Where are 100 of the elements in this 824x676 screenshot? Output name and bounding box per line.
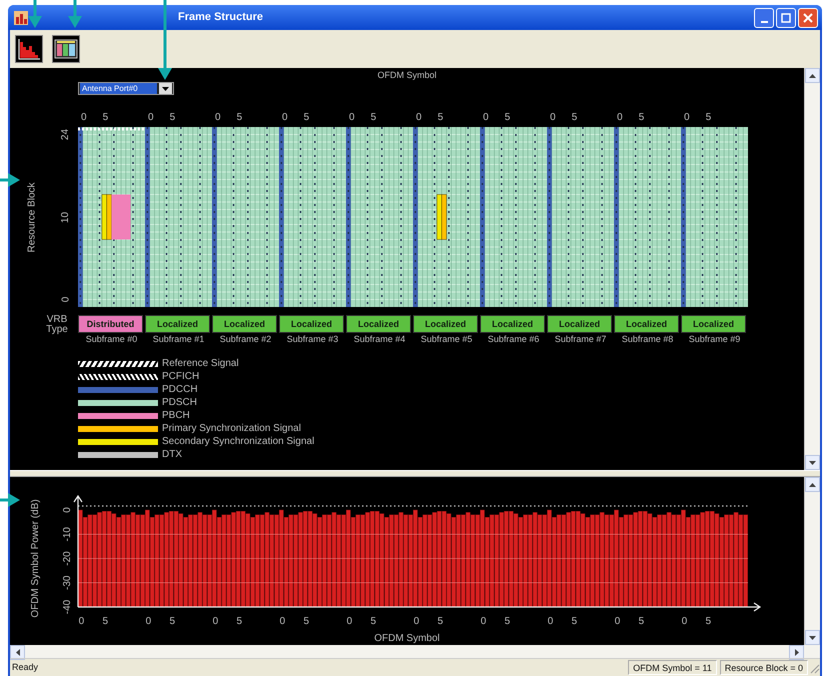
legend-label: Reference Signal — [162, 358, 239, 370]
right-arrow-icon — [794, 649, 798, 656]
close-button[interactable] — [798, 8, 818, 28]
subframe-label: Subframe #3 — [286, 333, 340, 345]
axis-tick-label: 0 — [346, 616, 352, 627]
legend-label: PDSCH — [162, 396, 198, 408]
subframe-label: Subframe #0 — [84, 333, 138, 345]
axis-tick-label: 5 — [638, 616, 644, 627]
subframe-label: Subframe #5 — [420, 333, 474, 345]
vrb-type-label: Localized — [346, 315, 411, 333]
axis-tick-label: 5 — [370, 616, 376, 627]
window-title: Frame Structure — [178, 10, 263, 26]
axis-tick-label: 0 — [146, 616, 152, 627]
app-icon — [14, 10, 28, 24]
maximize-icon — [781, 12, 791, 22]
axis-tick-label: 0 — [81, 111, 87, 122]
vrb-type-label: Localized — [614, 315, 679, 333]
callout-arrow — [68, 0, 82, 28]
axis-tick-label: 24 — [60, 128, 72, 140]
scroll-right-button[interactable] — [789, 645, 804, 660]
down-arrow-icon — [809, 636, 816, 640]
axis-tick-label: 0 — [480, 616, 486, 627]
axis-tick-label: 5 — [438, 111, 444, 122]
minimize-icon — [760, 20, 768, 22]
axis-tick-label: 0 — [349, 111, 355, 122]
axis-title: OFDM Symbol — [374, 633, 440, 644]
axis-tick-label: 5 — [236, 616, 242, 627]
axis-tick-label: 5 — [572, 616, 578, 627]
subframe-label: Subframe #7 — [554, 333, 608, 345]
axis-tick-label: 5 — [304, 616, 310, 627]
axis-tick-label: 0 — [78, 616, 84, 627]
axis-tick-label: -40 — [62, 600, 73, 614]
axis-tick-label: 5 — [504, 111, 510, 122]
bar-chart-icon — [17, 38, 41, 60]
minimize-button[interactable] — [754, 8, 774, 28]
scroll-up-button[interactable] — [805, 477, 820, 492]
resize-grip-icon — [808, 662, 820, 674]
axis-tick-label: 0 — [548, 616, 554, 627]
subframe-label: Subframe #6 — [486, 333, 540, 345]
close-icon — [803, 12, 813, 22]
status-field: Resource Block = 0 — [720, 660, 808, 675]
scroll-left-button[interactable] — [10, 645, 25, 660]
axis-tick-label: 5 — [236, 111, 242, 122]
down-arrow-icon — [809, 460, 816, 464]
axis-tick-label: 0 — [148, 111, 154, 122]
axis-tick-label: -10 — [62, 527, 73, 542]
bar-chart-button[interactable] — [15, 35, 43, 63]
axis-tick-label: 5 — [438, 616, 444, 627]
axis-title: OFDM Symbol Power (dB) — [30, 499, 41, 618]
axis-tick-label: 0 — [550, 111, 556, 122]
vrb-type-label: Distributed — [78, 315, 143, 333]
axis-tick-label: 5 — [572, 111, 578, 122]
subframe-label: Subframe #1 — [152, 333, 206, 345]
axis-tick-label: 5 — [170, 111, 176, 122]
callout-arrow — [28, 0, 42, 28]
axis-tick-label: 0 — [483, 111, 489, 122]
axis-tick-label: 10 — [60, 211, 72, 223]
subframe-label: Subframe #9 — [688, 333, 742, 345]
axis-tick-label: 0 — [62, 507, 73, 513]
up-arrow-icon — [809, 482, 816, 486]
maximize-button[interactable] — [776, 8, 796, 28]
vrb-type-label: Localized — [681, 315, 746, 333]
callout-arrow — [0, 173, 20, 187]
subframe-label: Subframe #8 — [620, 333, 674, 345]
subframe-label: Subframe #4 — [352, 333, 406, 345]
legend-label: Primary Synchronization Signal — [162, 422, 301, 434]
axis-tick-label: -30 — [62, 576, 73, 590]
legend-label: PCFICH — [162, 370, 200, 382]
axis-tick-label: 0 — [212, 616, 218, 627]
axis-tick-label: 0 — [682, 616, 688, 627]
scroll-up-button[interactable] — [805, 68, 820, 83]
color-grid-icon — [54, 39, 78, 59]
scroll-down-button[interactable] — [805, 630, 820, 645]
axis-tick-label: 0 — [60, 296, 72, 302]
axis-tick-label: 0 — [280, 616, 286, 627]
axis-tick-label: 5 — [102, 616, 108, 627]
left-arrow-icon — [16, 649, 20, 656]
axis-tick-label: 5 — [706, 616, 712, 627]
axis-tick-label: 0 — [416, 111, 422, 122]
axis-tick-label: 0 — [614, 616, 620, 627]
legend-label: PBCH — [162, 410, 190, 422]
antenna-port-dropdown[interactable]: Antenna Port#0 — [78, 82, 174, 95]
axis-tick-label: 5 — [504, 616, 510, 627]
axis-tick-label: 5 — [370, 111, 376, 122]
row-label: VRB Type — [45, 315, 69, 335]
subframe-label: Subframe #2 — [218, 333, 272, 345]
status-field: OFDM Symbol = 11 — [628, 660, 717, 675]
scroll-down-button[interactable] — [805, 455, 820, 470]
axis-tick-label: 0 — [684, 111, 690, 122]
axis-tick-label: 5 — [638, 111, 644, 122]
axis-tick-label: -20 — [62, 551, 73, 566]
vrb-type-label: Localized — [547, 315, 612, 333]
grid-view-button[interactable] — [52, 35, 80, 63]
vrb-type-label: Localized — [480, 315, 545, 333]
axis-tick-label: 5 — [304, 111, 310, 122]
caret-icon — [159, 83, 172, 94]
axis-tick-label: 0 — [215, 111, 221, 122]
axis-title: Resource Block — [26, 182, 38, 252]
legend-label: PDCCH — [162, 384, 198, 396]
axis-title: OFDM Symbol — [376, 69, 438, 81]
